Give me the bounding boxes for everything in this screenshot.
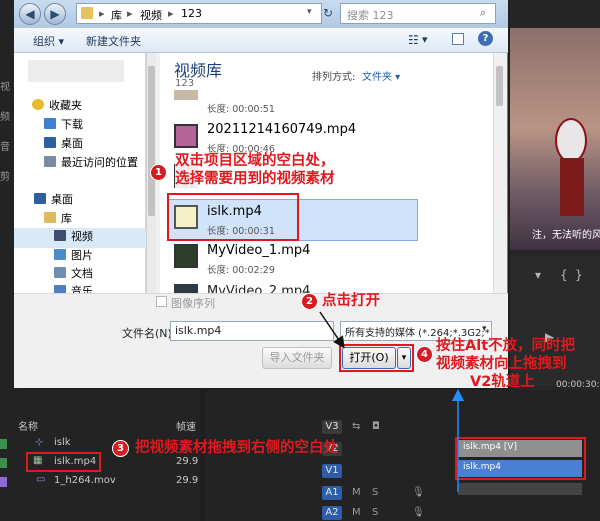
- annotation-arrows: [319, 311, 464, 492]
- step2-arrow: [319, 311, 345, 349]
